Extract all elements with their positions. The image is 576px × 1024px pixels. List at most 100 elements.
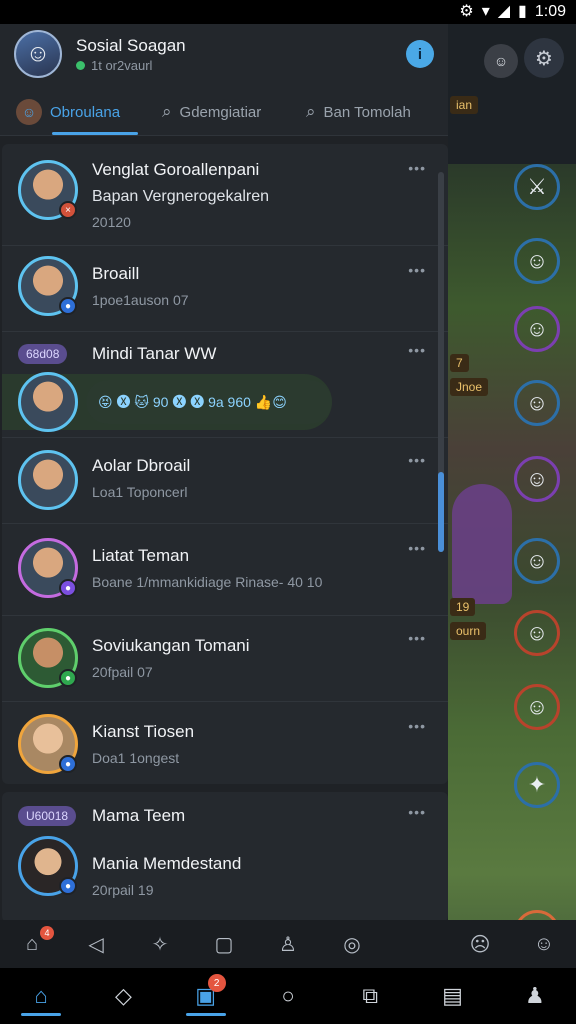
tab-friends[interactable]: ☺ Obroulana: [16, 88, 120, 136]
more-icon[interactable]: •••: [408, 160, 426, 176]
list-item[interactable]: ● Liatat Teman Boane 1/mmankidiage Rinas…: [2, 524, 448, 616]
game-hero-icon[interactable]: ☺: [514, 238, 560, 284]
battery-icon: ▮: [518, 3, 527, 20]
friend-name: Liatat Teman: [92, 546, 190, 565]
friend-name: Venglat Goroallenpani: [92, 160, 260, 179]
game-label: Jnoe: [450, 378, 489, 396]
tag-icon[interactable]: ◇: [91, 968, 155, 1024]
game-avatar-icon[interactable]: ☺: [484, 44, 518, 78]
game-mask-icon[interactable]: ☹: [448, 920, 512, 968]
status-icons: ⚙ ▾ ◢ ▮ 1:09: [459, 2, 566, 22]
friend-meta: 1poe1auson 07: [92, 292, 189, 308]
social-drawer: ☺ Sosial Soagan 1t or2vaurl i ☺ Obroulan…: [0, 24, 448, 922]
bottom-nav: ⌂ ◇ ▣ 2 ○ ⧉ ▤ ♟: [0, 968, 576, 1024]
more-icon[interactable]: •••: [408, 452, 426, 468]
search-icon: ⌕: [306, 102, 316, 121]
list-item[interactable]: × Venglat Goroallenpani Bapan Vergneroge…: [2, 144, 448, 246]
friend-status: Bapan Vergnerogekalren: [92, 188, 270, 205]
game-hero-icon[interactable]: ☺: [514, 380, 560, 426]
game-character: [452, 484, 512, 604]
online-dot-icon: [76, 61, 85, 70]
friends-list: × Venglat Goroallenpani Bapan Vergneroge…: [0, 144, 448, 922]
avatar: ×: [18, 160, 78, 220]
status-icon: ●: [59, 877, 77, 895]
group-card: U60018 Mama Teem ••• ● Mania Memdestand …: [2, 792, 448, 922]
more-icon[interactable]: •••: [408, 630, 426, 646]
tab-label: Obroulana: [50, 103, 121, 121]
list-item[interactable]: ● Kianst Tiosen Doa1 1ongest •••: [2, 702, 448, 784]
avatar: [18, 372, 78, 432]
scrollbar-thumb[interactable]: [438, 472, 444, 552]
home-icon[interactable]: ⌂ 4: [0, 920, 64, 968]
more-icon[interactable]: •••: [408, 540, 426, 556]
home-icon[interactable]: ⌂: [9, 968, 73, 1024]
game-avatar-icon[interactable]: ☺: [512, 920, 576, 968]
status-icon: ●: [59, 297, 77, 315]
game-label: ian: [450, 96, 479, 114]
friend-meta: 20120: [92, 214, 131, 230]
game-sword-icon[interactable]: ⚔: [514, 164, 560, 210]
game-ability-icon[interactable]: ✦: [514, 762, 560, 808]
friend-name: Mania Memdestand: [92, 854, 242, 873]
tab-add-friend[interactable]: ⌕ Ban Tomolah: [306, 88, 411, 136]
friend-name: Aolar Dbroail: [92, 456, 191, 475]
edit-icon[interactable]: ▢: [192, 920, 256, 968]
group-tag: 68d08: [18, 344, 68, 364]
game-hero-icon[interactable]: ☺: [514, 306, 560, 352]
notification-badge: 4: [40, 926, 54, 940]
more-icon[interactable]: •••: [408, 718, 426, 734]
game-hero-icon[interactable]: ☺: [514, 610, 560, 656]
notification-badge: 2: [207, 974, 226, 992]
group-tag: U60018: [18, 806, 77, 826]
list-item[interactable]: 68d08 Mindi Tanar WW ••• 😝 🅧 🐱 90 🅧 🅧 9a…: [2, 332, 448, 438]
friends-card: × Venglat Goroallenpani Bapan Vergneroge…: [2, 144, 448, 784]
reaction-bar[interactable]: 😝 🅧 🐱 90 🅧 🅧 9a 960 👍😊: [86, 380, 332, 424]
inbox-icon[interactable]: ▣ 2: [174, 968, 238, 1024]
status-icon: ×: [59, 201, 77, 219]
drawer-tabs: ☺ Obroulana ⌕ Gdemgiatiar ⌕ Ban Tomolah: [0, 88, 448, 136]
group-name: Mama Teem: [92, 806, 186, 825]
list-scrollbar[interactable]: [438, 172, 444, 552]
drawer-subtitle: 1t or2vaurl: [76, 58, 152, 73]
status-icon: ●: [59, 579, 77, 597]
tab-search[interactable]: ⌕ Gdemgiatiar: [162, 88, 261, 136]
list-item[interactable]: ● Broaill 1poe1auson 07 •••: [2, 246, 448, 332]
tab-label: Ban Tomolah: [323, 103, 411, 121]
game-hero-icon[interactable]: ☺: [514, 684, 560, 730]
more-icon[interactable]: •••: [408, 804, 426, 820]
ability-icon[interactable]: ✧: [128, 920, 192, 968]
drawer-subtitle-text: 1t or2vaurl: [91, 58, 153, 73]
info-icon[interactable]: i: [406, 40, 434, 68]
circle-icon[interactable]: ○: [256, 968, 320, 1024]
drawer-title: Sosial Soagan: [76, 36, 186, 55]
list-item[interactable]: ● Soviukangan Tomani 20fpail 07 •••: [2, 616, 448, 702]
list-icon[interactable]: ▤: [421, 968, 485, 1024]
status-icon: ●: [59, 755, 77, 773]
game-hero-icon[interactable]: ☺: [514, 456, 560, 502]
more-icon[interactable]: •••: [408, 342, 426, 358]
more-icon[interactable]: •••: [408, 262, 426, 278]
profile-icon[interactable]: ♟: [503, 968, 567, 1024]
game-settings-icon[interactable]: ⚙: [524, 38, 564, 78]
layers-icon[interactable]: ⧉: [338, 968, 402, 1024]
friend-meta: Loa1 Toponcerl: [92, 484, 188, 500]
list-item[interactable]: Aolar Dbroail Loa1 Toponcerl •••: [2, 438, 448, 524]
emote-icon[interactable]: ◎: [320, 920, 384, 968]
avatar: [18, 450, 78, 510]
friend-name: Kianst Tiosen: [92, 722, 195, 741]
search-icon: ⌕: [162, 102, 172, 121]
settings-gear-icon: ⚙: [459, 3, 474, 20]
avatar: ●: [18, 538, 78, 598]
game-label: 19: [450, 598, 476, 616]
friend-meta: Doa1 1ongest: [92, 750, 180, 766]
announce-icon[interactable]: ◁: [64, 920, 128, 968]
game-background: ☺ ⚙ ian ⚔ ☺ ☺ 7 Jnoe ☺ ☺ ☺ 19 ourn ☺ ☺ ✦…: [448, 24, 576, 968]
active-tab-indicator: [52, 132, 138, 135]
avatar: ●: [18, 256, 78, 316]
profile-avatar[interactable]: ☺: [14, 30, 62, 78]
game-hero-icon[interactable]: ☺: [514, 538, 560, 584]
list-item[interactable]: U60018 Mama Teem ••• ● Mania Memdestand …: [2, 792, 448, 922]
placeholder: [384, 920, 448, 968]
signal-icon: ◢: [497, 3, 511, 20]
profile-icon[interactable]: ♙: [256, 920, 320, 968]
